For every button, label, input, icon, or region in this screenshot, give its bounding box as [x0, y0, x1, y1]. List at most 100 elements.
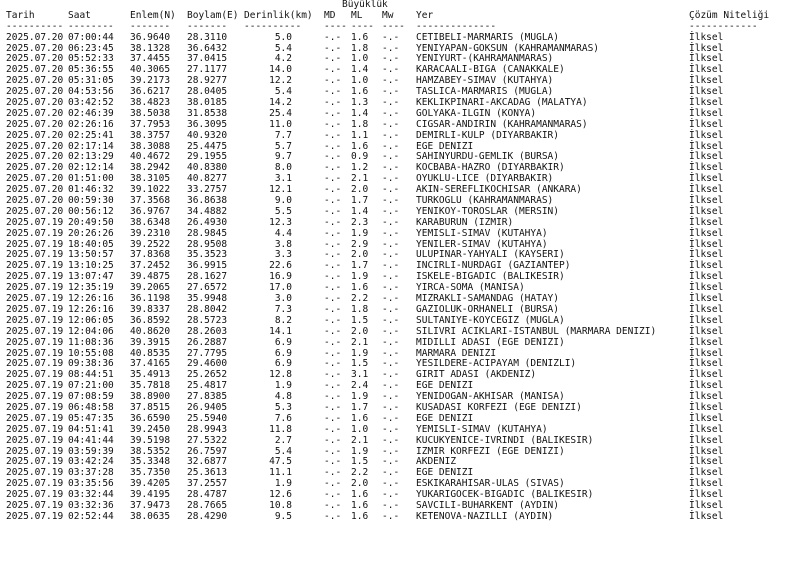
table-row: 2025.07.20 01:51:00 38.3105 40.8277 3.1 -.- 2.…	[6, 173, 800, 185]
event-md: -.-	[324, 510, 342, 522]
table-row: 2025.07.19 11:08:36 39.3915 26.2887 6.9 -.- 2.…	[6, 336, 800, 349]
event-location: DEMIRLI-KULP (DIYARBAKIR)	[416, 129, 559, 141]
table-row: 2025.07.20 01:46:32 39.1022 33.2757 12.1 -.- 2…	[6, 184, 800, 196]
event-latitude: 39.2450	[130, 423, 171, 435]
event-longitude: 28.3110	[187, 31, 228, 43]
table-row: 2025.07.20 02:25:41 38.3757 40.9320 7.7 -.- 1.…	[6, 129, 800, 142]
event-mw: -.-	[382, 227, 400, 239]
event-depth: 2.7	[274, 434, 292, 446]
header-rule: ---------- -------- ------- ------- ----…	[6, 21, 800, 33]
event-mw: -.-	[382, 336, 400, 348]
event-longitude: 40.9320	[187, 129, 228, 141]
table-row: 2025.07.20 06:23:45 38.1328 36.6432 5.4 -.- 1.…	[6, 43, 800, 55]
event-location: CETIBELI-MARMARIS (MUGLA)	[416, 31, 559, 43]
event-ml: 2.0	[351, 325, 369, 337]
event-mw: -.-	[382, 510, 400, 522]
event-longitude: 27.5322	[187, 434, 228, 446]
table-row: 2025.07.19 04:51:41 39.2450 28.9943 11.8 -.- 1…	[6, 423, 800, 436]
event-md: -.-	[324, 129, 342, 141]
event-quality: İlksel	[689, 227, 724, 239]
table-row: 2025.07.19 13:07:47 39.4875 28.1627 16.9 -.- 1…	[6, 271, 800, 283]
table-row: 2025.07.20 02:12:14 38.2942 40.8380 8.0 -.- 1.…	[6, 162, 800, 174]
event-time: 07:00:44	[68, 31, 114, 43]
event-latitude: 38.0635	[130, 510, 171, 522]
event-md: -.-	[324, 434, 342, 446]
event-mw: -.-	[382, 325, 400, 337]
table-row: 2025.07.20 00:56:12 36.9767 34.4882 5.5 -.- 1.…	[6, 206, 800, 218]
event-quality: İlksel	[689, 434, 724, 446]
event-time: 11:08:36	[68, 336, 114, 348]
event-quality: İlksel	[689, 31, 724, 43]
event-date: 2025.07.19	[6, 325, 64, 337]
magnitude-group-header: Büyüklük	[6, 0, 800, 11]
event-mw: -.-	[382, 434, 400, 446]
event-date: 2025.07.19	[6, 423, 64, 435]
table-row: 2025.07.20 02:26:16 37.7953 36.3095 11.0 -.- 1…	[6, 119, 800, 131]
event-time: 04:41:44	[68, 434, 114, 446]
event-md: -.-	[324, 423, 342, 435]
table-row: 2025.07.19 07:08:59 38.8900 27.8385 4.8 -.- 1.…	[6, 391, 800, 403]
event-latitude: 36.9640	[130, 31, 171, 43]
event-longitude: 28.2603	[187, 325, 228, 337]
table-row: 2025.07.19 03:35:56 39.4205 37.2557 1.9 -.- 2.…	[6, 478, 800, 490]
event-date: 2025.07.20	[6, 129, 64, 141]
table-row: 2025.07.19 18:40:05 39.2522 28.9508 3.8 -.- 2.…	[6, 239, 800, 251]
event-mw: -.-	[382, 423, 400, 435]
table-row: 2025.07.19 07:21:00 35.7818 25.4817 1.9 -.- 2.…	[6, 380, 800, 392]
table-row: 2025.07.20 05:36:55 40.3065 27.1177 14.0 -.- 1…	[6, 64, 800, 76]
table-row: 2025.07.20 07:00:44 36.9640 28.3110 5.0 -.- 1.…	[6, 31, 800, 44]
event-time: 02:52:44	[68, 510, 114, 522]
event-time: 04:51:41	[68, 423, 114, 435]
event-time: 12:04:06	[68, 325, 114, 337]
event-md: -.-	[324, 31, 342, 43]
event-ml: 1.6	[351, 510, 369, 522]
event-mw: -.-	[382, 129, 400, 141]
table-row: 2025.07.20 02:46:39 38.5038 31.8538 25.4 -.- 1…	[6, 108, 800, 120]
event-depth: 14.1	[269, 325, 292, 337]
event-ml: 1.6	[351, 31, 369, 43]
table-row: 2025.07.19 10:55:08 40.8535 27.7795 6.9 -.- 1.…	[6, 348, 800, 360]
event-location: MIDILLI ADASI (EGE DENIZI)	[416, 336, 565, 348]
event-ml: 1.1	[351, 129, 369, 141]
event-date: 2025.07.19	[6, 510, 64, 522]
event-ml: 2.1	[351, 434, 369, 446]
event-quality: İlksel	[689, 510, 724, 522]
table-row: 2025.07.19 20:26:26 39.2310 28.9845 4.4 -.- 1.…	[6, 227, 800, 240]
table-row: 2025.07.20 02:13:29 40.4672 29.1955 9.7 -.- 0.…	[6, 152, 800, 163]
event-ml: 2.1	[351, 336, 369, 348]
event-quality: İlksel	[689, 423, 724, 435]
event-quality: İlksel	[689, 129, 724, 141]
event-location: YEMISLI-SIMAV (KUTAHYA)	[416, 423, 548, 435]
table-row: 2025.07.19 09:38:36 37.4165 29.4600 6.9 -.- 1.…	[6, 358, 800, 370]
event-longitude: 28.4290	[187, 510, 228, 522]
event-date: 2025.07.20	[6, 31, 64, 43]
magnitude-group-label: Büyüklük	[342, 0, 388, 10]
table-row: 2025.07.19 12:04:06 40.8620 28.2603 14.1 -.- 2…	[6, 325, 800, 338]
table-row: 2025.07.20 03:42:52 38.4823 38.0185 14.2 -.- 1…	[6, 97, 800, 109]
event-quality: İlksel	[689, 336, 724, 348]
event-longitude: 28.9845	[187, 227, 228, 239]
event-latitude: 39.2310	[130, 227, 171, 239]
event-ml: 1.0	[351, 423, 369, 435]
table-row: 2025.07.20 02:17:14 38.3088 25.4475 5.7 -.- 1.…	[6, 141, 800, 153]
table-row: 2025.07.19 02:52:44 38.0635 28.4290 9.5 -.- 1.…	[6, 510, 800, 523]
event-md: -.-	[324, 227, 342, 239]
event-location: KETENOVA-NAZILLI (AYDIN)	[416, 510, 554, 522]
event-latitude: 39.5198	[130, 434, 171, 446]
event-longitude: 28.9943	[187, 423, 228, 435]
event-depth: 5.0	[274, 31, 292, 43]
table-row: 2025.07.19 12:26:16 39.8337 28.8042 7.3 -.- 1.…	[6, 304, 800, 316]
event-md: -.-	[324, 336, 342, 348]
event-depth: 7.7	[274, 129, 292, 141]
table-row: 2025.07.19 20:49:50 38.6348 26.4930 12.3 -.- 2…	[6, 217, 800, 229]
event-depth: 4.4	[274, 227, 292, 239]
table-row: 2025.07.19 03:37:28 35.7350 25.3613 11.1 -.- 2…	[6, 467, 800, 479]
event-depth: 9.5	[274, 510, 292, 522]
event-quality: İlksel	[689, 325, 724, 337]
table-row: 2025.07.20 05:52:33 37.4455 37.0415 4.2 -.- 1.…	[6, 54, 800, 65]
table-row: 2025.07.19 06:48:58 37.8515 26.9405 5.3 -.- 1.…	[6, 402, 800, 414]
table-row: 2025.07.19 03:32:44 39.4195 28.4787 12.6 -.- 1…	[6, 489, 800, 501]
event-location: SILIVRI ACIKLARI-ISTANBUL (MARMARA DENIZ…	[416, 325, 657, 337]
event-latitude: 38.3757	[130, 129, 171, 141]
event-time: 02:25:41	[68, 129, 114, 141]
